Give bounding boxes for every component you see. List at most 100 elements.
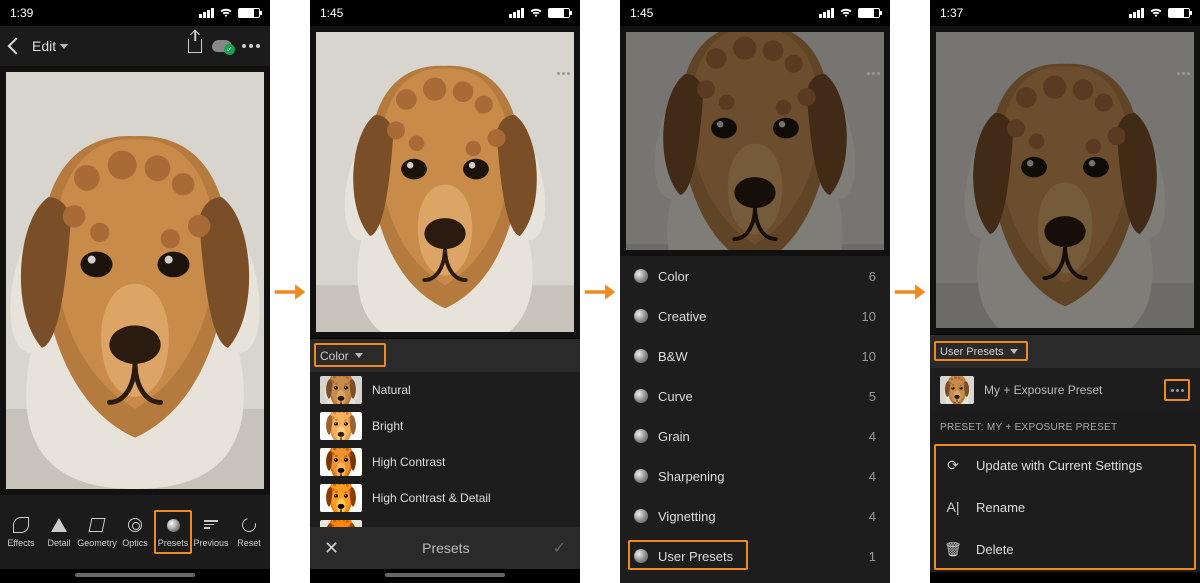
status-time: 1:39 (10, 6, 33, 20)
photo-content (626, 32, 884, 250)
category-label: Creative (658, 309, 706, 324)
tool-geometry[interactable]: Geometry (78, 512, 116, 552)
detail-icon (51, 518, 67, 532)
edit-menu[interactable]: Edit (32, 38, 68, 54)
photo-preview-dim (620, 26, 890, 256)
category-count: 4 (869, 509, 876, 524)
action-label: Rename (976, 500, 1025, 515)
preset-thumb (320, 484, 362, 512)
preset-label: High Contrast (372, 455, 445, 469)
status-bar: 1:45 (310, 0, 580, 26)
tool-effects[interactable]: Effects (2, 512, 40, 552)
status-bar: 1:37 (930, 0, 1200, 26)
tool-label: Presets (158, 538, 189, 548)
category-user-presets[interactable]: User Presets 1 (620, 536, 890, 576)
status-time: 1:45 (320, 6, 343, 20)
preset-list[interactable]: Natural Bright High Contrast High Contra… (310, 372, 580, 527)
category-creative[interactable]: Creative 10 (620, 296, 890, 336)
refresh-icon: ⟳ (944, 457, 962, 474)
action-delete[interactable]: 🗑 Delete (930, 528, 1200, 570)
preset-category-dropdown[interactable]: Color (310, 338, 580, 372)
preset-item-high-contrast[interactable]: High Contrast (310, 444, 580, 480)
category-curve[interactable]: Curve 5 (620, 376, 890, 416)
status-time: 1:45 (630, 6, 653, 20)
reset-icon (239, 515, 258, 534)
preset-footer: ✕ Presets ✓ (310, 527, 580, 569)
category-label: Vignetting (658, 509, 716, 524)
tool-presets[interactable]: Presets (154, 510, 192, 554)
battery-icon (238, 8, 260, 18)
category-count: 6 (869, 269, 876, 284)
geometry-icon (89, 518, 106, 532)
category-vignetting[interactable]: Vignetting 4 (620, 496, 890, 536)
more-icon[interactable] (1177, 72, 1190, 75)
confirm-icon[interactable]: ✓ (553, 538, 566, 558)
category-count: 5 (869, 389, 876, 404)
tool-reset[interactable]: Reset (230, 512, 268, 552)
back-icon[interactable] (8, 38, 25, 55)
battery-icon (1168, 8, 1190, 18)
preset-more-icon[interactable] (1171, 389, 1184, 392)
cloud-sync-icon[interactable] (212, 40, 232, 52)
photo-content (6, 72, 264, 489)
category-label: Curve (658, 389, 693, 404)
signal-icon (1129, 8, 1144, 18)
photo-canvas[interactable] (0, 66, 270, 495)
action-rename[interactable]: A| Rename (930, 486, 1200, 528)
category-list[interactable]: Color 6 Creative 10 B&W 10 Curve 5 Grain… (620, 256, 890, 583)
preset-label: My + Exposure Preset (984, 383, 1102, 397)
caret-down-icon (1010, 349, 1018, 354)
preset-item-natural[interactable]: Natural (310, 372, 580, 408)
preset-item-high-contrast-detail[interactable]: High Contrast & Detail (310, 480, 580, 516)
preset-item-bright[interactable]: Bright (310, 408, 580, 444)
flow-arrow-1 (270, 278, 310, 306)
more-icon[interactable] (242, 44, 260, 48)
category-label: Sharpening (658, 469, 725, 484)
tool-optics[interactable]: Optics (116, 512, 154, 552)
category-sharpening[interactable]: Sharpening 4 (620, 456, 890, 496)
home-indicator[interactable] (75, 573, 195, 577)
user-preset-row[interactable]: My + Exposure Preset (930, 368, 1200, 412)
status-right (199, 8, 260, 18)
screen-1-edit: 1:39 Edit Effects Detail (0, 0, 270, 583)
more-icon[interactable] (557, 72, 570, 75)
tool-previous[interactable]: Previous (192, 512, 230, 552)
wifi-icon (529, 8, 543, 18)
top-bar: Edit (0, 26, 270, 66)
home-indicator[interactable] (385, 573, 505, 577)
tool-label: Effects (7, 538, 34, 548)
preset-header-label: PRESET: MY + EXPOSURE PRESET (940, 422, 1117, 433)
category-icon (634, 349, 648, 363)
signal-icon (199, 8, 214, 18)
photo-preview[interactable] (310, 26, 580, 338)
battery-icon (858, 8, 880, 18)
category-count: 1 (869, 549, 876, 564)
share-icon[interactable] (188, 39, 202, 53)
preset-action-list: ⟳ Update with Current Settings A| Rename… (930, 442, 1200, 572)
category-grain[interactable]: Grain 4 (620, 416, 890, 456)
category-color[interactable]: Color 6 (620, 256, 890, 296)
category-icon (634, 469, 648, 483)
effects-icon (13, 517, 29, 533)
more-icon[interactable] (867, 72, 880, 75)
flow-arrow-3 (890, 278, 930, 306)
preset-category-dropdown[interactable]: User Presets (930, 334, 1200, 368)
action-update[interactable]: ⟳ Update with Current Settings (930, 444, 1200, 486)
category-icon (634, 509, 648, 523)
category-label: Grain (658, 429, 690, 444)
caret-down-icon (60, 44, 68, 49)
preset-item-vivid[interactable]: Vivid (310, 516, 580, 527)
preset-thumb (320, 376, 362, 404)
preset-thumb (320, 412, 362, 440)
category-bw[interactable]: B&W 10 (620, 336, 890, 376)
preset-thumb (320, 448, 362, 476)
trash-icon: 🗑 (944, 541, 962, 558)
tool-detail[interactable]: Detail (40, 512, 78, 552)
preset-footer-title: Presets (422, 540, 469, 556)
category-label: User Presets (658, 549, 733, 564)
previous-icon (204, 520, 218, 530)
tool-label: Detail (47, 538, 70, 548)
tool-label: Geometry (77, 538, 117, 548)
close-icon[interactable]: ✕ (324, 538, 339, 559)
tool-label: Previous (193, 538, 228, 548)
